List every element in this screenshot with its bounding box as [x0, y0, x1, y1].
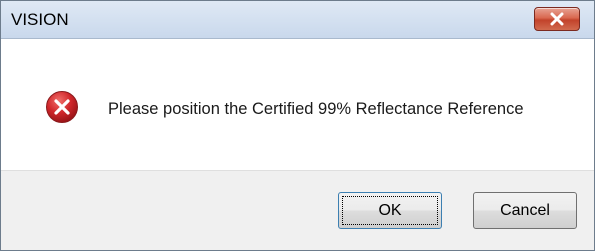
message-text: Please position the Certified 99% Reflec… — [108, 100, 524, 118]
message-dialog: VISION Please position the Certified 99%… — [0, 0, 595, 251]
close-button[interactable] — [534, 7, 580, 31]
cancel-button[interactable]: Cancel — [473, 192, 577, 229]
ok-button[interactable]: OK — [338, 192, 442, 229]
title-bar[interactable]: VISION — [1, 1, 594, 39]
dialog-content: Please position the Certified 99% Reflec… — [1, 39, 594, 170]
button-bar: OK Cancel — [1, 170, 594, 250]
window-title: VISION — [11, 10, 69, 29]
error-icon — [46, 91, 78, 123]
close-x-icon — [550, 12, 564, 26]
